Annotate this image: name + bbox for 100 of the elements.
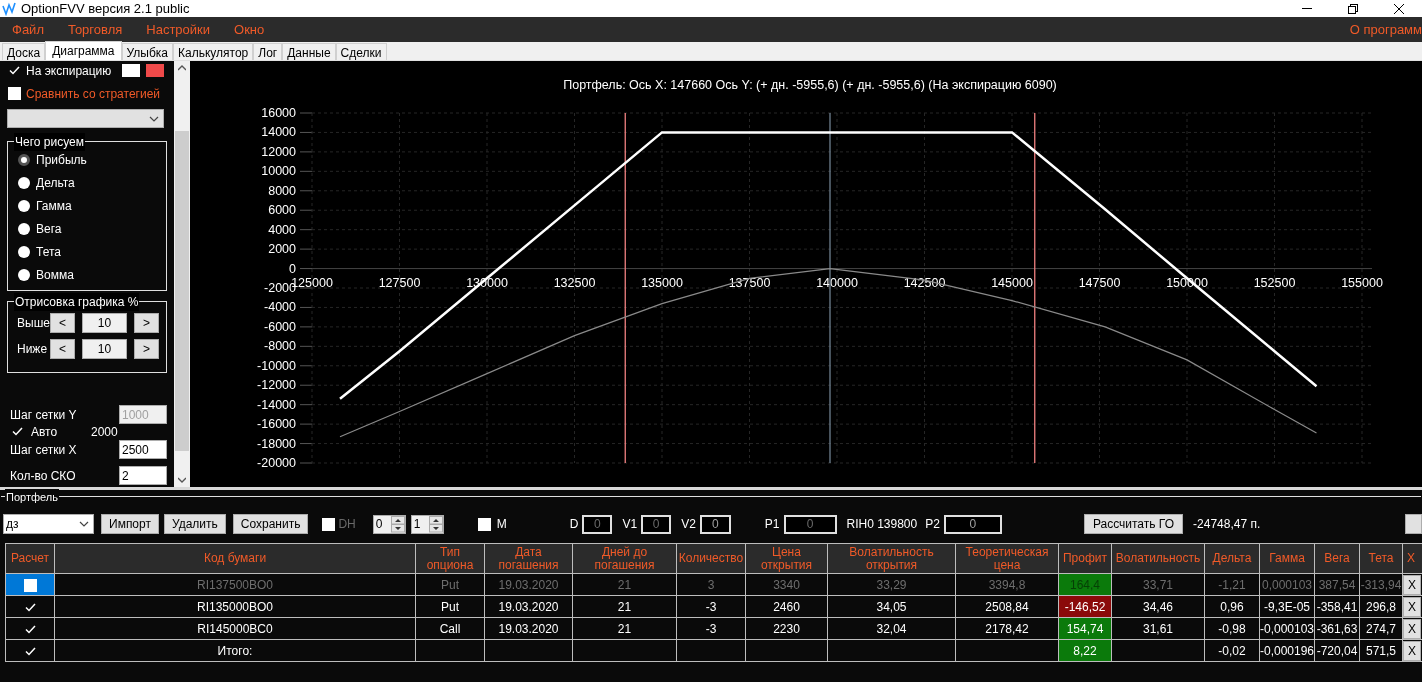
menu-item[interactable]: Окно (222, 17, 277, 42)
axis-label: 137500 (728, 275, 771, 290)
scroll-up-icon[interactable] (178, 65, 186, 71)
table-cell: RI137500BO0 (54, 573, 416, 596)
increase-button[interactable]: > (134, 339, 159, 359)
spin-field[interactable]: 0 (372, 514, 406, 534)
table-cell[interactable] (5, 595, 55, 618)
toolbar-button[interactable]: Импорт (101, 514, 159, 534)
tab[interactable]: Данные (282, 43, 336, 60)
table-cell: 0,96 (1204, 595, 1260, 618)
scroll-down-icon[interactable] (178, 477, 186, 483)
table-cell[interactable] (5, 617, 55, 640)
field-label: Шаг сетки X (10, 441, 78, 459)
field-label: Выше (17, 315, 50, 332)
increase-button[interactable]: > (134, 313, 159, 333)
color-swatch[interactable] (146, 64, 165, 77)
table-cell[interactable] (5, 573, 55, 596)
axis-label: 147500 (1078, 275, 1121, 290)
checkbox[interactable] (477, 517, 491, 531)
delete-button[interactable]: X (1403, 596, 1421, 617)
scrollbar-thumb[interactable] (175, 131, 189, 451)
chevron-down-icon (149, 115, 159, 122)
table-cell: RI145000BC0 (54, 617, 416, 640)
table-cell: Call (415, 617, 485, 640)
table-cell: 3 (676, 573, 746, 596)
table-cell[interactable] (5, 639, 55, 662)
delete-button[interactable]: X (1403, 618, 1421, 639)
radio-button[interactable] (18, 177, 30, 189)
spin-arrows-icon[interactable] (428, 515, 443, 533)
radio-button[interactable] (18, 269, 30, 281)
axis-label: 14000 (261, 125, 296, 140)
checkbox[interactable] (11, 425, 24, 438)
table-cell: 32,04 (827, 617, 956, 640)
input-field[interactable]: 2 (119, 466, 167, 485)
spin-arrows-icon[interactable] (390, 515, 405, 533)
column-header: Дельта (1204, 543, 1260, 574)
delete-button[interactable]: X (1403, 640, 1421, 661)
table-cell: 21 (572, 595, 677, 618)
minimize-icon (1302, 7, 1312, 10)
input-field[interactable]: 0 (699, 514, 731, 534)
tab[interactable]: Лог (253, 43, 283, 60)
radio-button[interactable] (18, 223, 30, 235)
radio-button[interactable] (18, 246, 30, 258)
axis-label: 8000 (268, 183, 296, 198)
checkbox-label: DH (338, 516, 356, 533)
column-header: Профит (1058, 543, 1112, 574)
app-logo-icon (2, 1, 16, 16)
tab[interactable]: Диаграмма (45, 41, 122, 60)
spin-field[interactable]: 1 (410, 514, 444, 534)
axis-label: 155000 (1341, 275, 1383, 290)
delete-button[interactable]: X (1403, 574, 1421, 595)
color-swatch[interactable] (122, 64, 141, 77)
window-title: OptionFVV версия 2.1 public (21, 0, 190, 18)
tab[interactable]: Доска (2, 43, 46, 60)
table-cell: 19.03.2020 (484, 595, 573, 618)
tab[interactable]: Калькулятор (173, 43, 254, 60)
table-cell: -3 (676, 617, 746, 640)
menu-item[interactable]: Торговля (55, 17, 135, 42)
tab[interactable]: Сделки (335, 43, 387, 60)
checkbox[interactable] (23, 578, 37, 592)
decrease-button[interactable]: < (50, 313, 75, 333)
column-header: Вега (1314, 543, 1360, 574)
decrease-button[interactable]: < (50, 339, 75, 359)
menu-item[interactable]: Файл (0, 17, 56, 42)
table-cell: 274,7 (1359, 617, 1403, 640)
value-field[interactable]: 10 (82, 313, 127, 333)
scrollbar[interactable] (174, 61, 190, 487)
calculate-button[interactable]: Рассчитать ГО (1083, 514, 1184, 534)
table-cell: -0,000103 (1259, 617, 1315, 640)
radio-button[interactable] (18, 200, 30, 212)
toolbar-button[interactable]: Удалить (163, 514, 226, 534)
toolbar-button[interactable]: Сохранить (232, 514, 309, 534)
strategy-dropdown[interactable]: дз (3, 514, 94, 534)
radio-button[interactable] (18, 154, 30, 166)
table-cell: -0,98 (1204, 617, 1260, 640)
table-cell: 2230 (745, 617, 828, 640)
axis-label: 140000 (816, 275, 858, 290)
input-field[interactable]: 2500 (119, 440, 167, 459)
checkbox[interactable] (8, 87, 21, 100)
column-header: Дата погашения (484, 543, 573, 574)
axis-label: 127500 (378, 275, 421, 290)
menu-item[interactable]: Настройки (134, 17, 223, 42)
column-header: Код бумаги (54, 543, 416, 574)
table-cell: RI135000BO0 (54, 595, 416, 618)
menu-item[interactable]: О программ (1337, 19, 1422, 40)
axis-label: 142500 (903, 275, 946, 290)
radio-label: Вега (36, 221, 62, 238)
input-field[interactable]: 0 (943, 514, 1002, 534)
table-cell: 387,54 (1314, 573, 1360, 596)
column-header: Гамма (1259, 543, 1315, 574)
axis-label: 132500 (553, 275, 596, 290)
checkbox[interactable] (8, 64, 21, 77)
tab[interactable]: Улыбка (121, 43, 174, 60)
table-cell: 296,8 (1359, 595, 1403, 618)
value-field[interactable]: 10 (82, 339, 127, 359)
axis-label: 2000 (268, 242, 296, 257)
axis-label: -8000 (264, 339, 296, 354)
table-cell: 2460 (745, 595, 828, 618)
axis-label: -12000 (257, 378, 296, 393)
field-label: Кол-во СКО (10, 467, 77, 485)
